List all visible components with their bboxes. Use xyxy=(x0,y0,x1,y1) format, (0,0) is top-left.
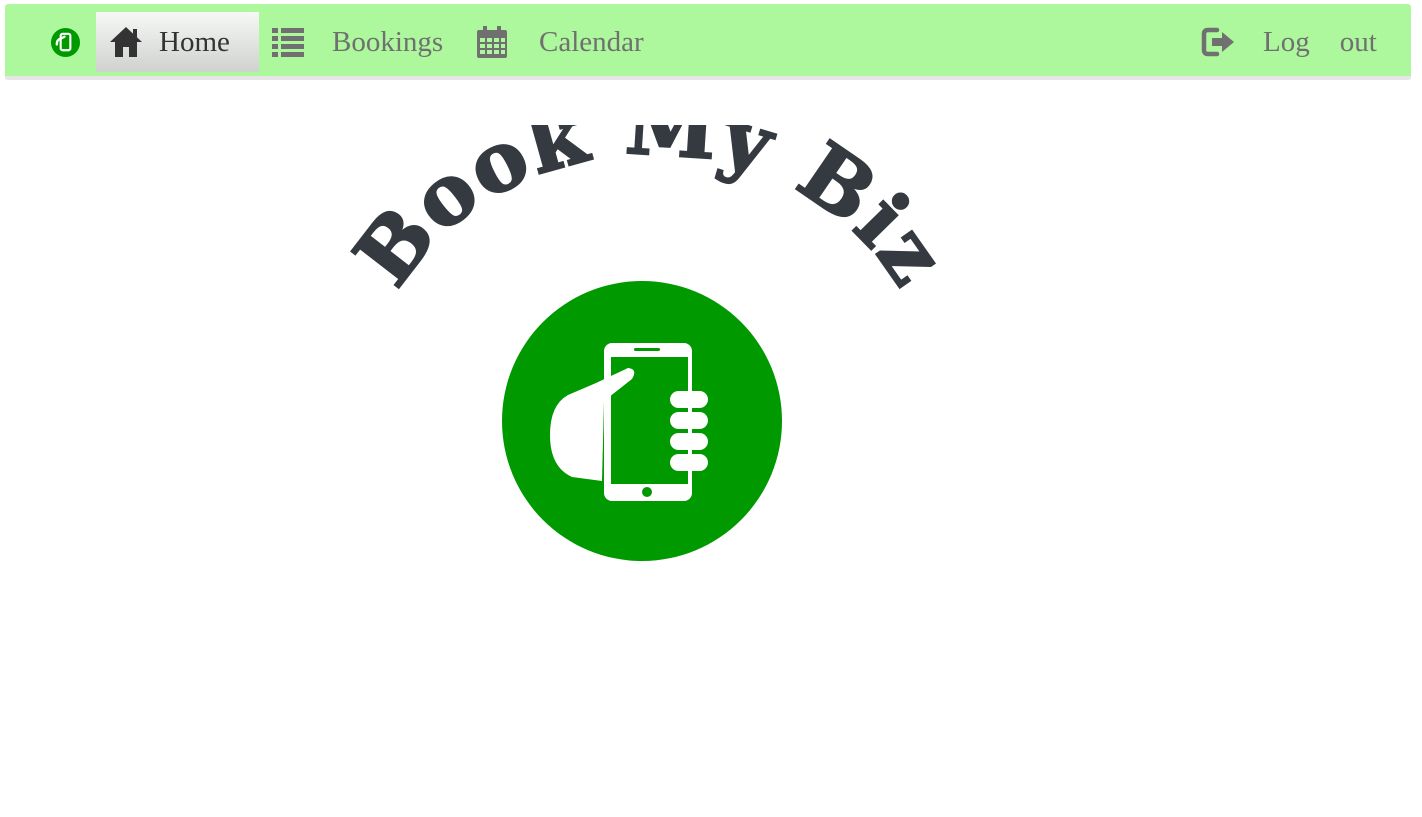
hero-logo: Book My Biz xyxy=(340,125,960,570)
nav-bookings[interactable]: Bookings xyxy=(272,12,443,72)
logout-word-1: Log xyxy=(1263,25,1310,58)
sign-out-icon xyxy=(1201,27,1235,57)
nav-home-label: Home xyxy=(159,25,230,58)
nav-home[interactable]: Home xyxy=(96,12,259,72)
brand-logo-icon[interactable] xyxy=(50,27,81,58)
logo-arc-text: Book My Biz xyxy=(340,125,960,303)
logout-word-2: out xyxy=(1339,25,1377,58)
logo-text: Book My Biz xyxy=(340,125,960,304)
top-navbar: Home Bookings Calendar Log out xyxy=(5,4,1411,80)
nav-calendar[interactable]: Calendar xyxy=(477,12,644,72)
nav-bookings-label: Bookings xyxy=(332,25,444,58)
nav-logout[interactable]: Log out xyxy=(1201,12,1377,72)
brand-logo-circle xyxy=(50,27,81,58)
hero-logo-svg: Book My Biz xyxy=(340,125,960,561)
list-icon xyxy=(272,27,304,57)
nav-logout-label: Log out xyxy=(1263,26,1377,59)
calendar-icon xyxy=(477,26,507,58)
home-icon xyxy=(109,26,143,58)
hand-holding-phone-icon xyxy=(502,281,782,561)
nav-calendar-label: Calendar xyxy=(539,25,644,58)
